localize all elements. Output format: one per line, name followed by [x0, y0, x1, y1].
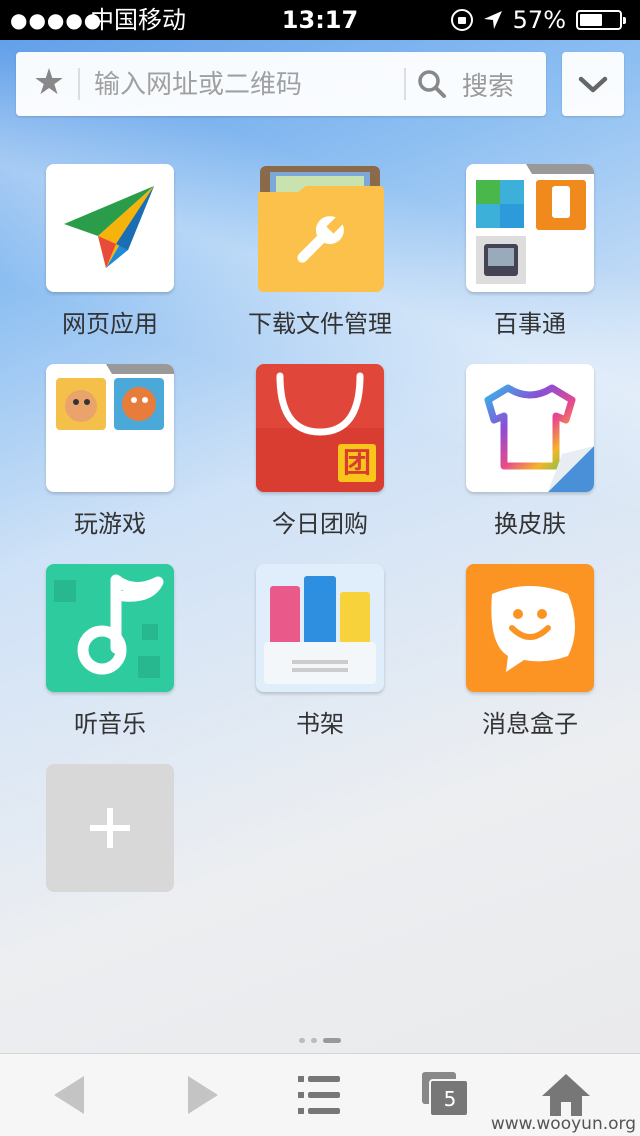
chevron-down-icon: [578, 76, 608, 93]
tile-label: 下载文件管理: [248, 310, 392, 338]
tshirt-icon: [466, 364, 594, 492]
music-note-icon: [46, 564, 174, 692]
home-icon: [542, 1074, 590, 1116]
smiley-bubble-icon: [466, 564, 594, 692]
url-input[interactable]: [92, 64, 396, 106]
page-dot: [299, 1038, 305, 1043]
tile-label: 网页应用: [62, 310, 158, 338]
tile-games[interactable]: 玩游戏: [20, 364, 200, 539]
tile-label: 听音乐: [74, 710, 146, 738]
tabs-count: 5: [443, 1087, 457, 1111]
home-button[interactable]: [536, 1070, 596, 1120]
search-button[interactable]: 搜索: [416, 60, 542, 108]
tile-message-box[interactable]: 消息盒子: [440, 564, 620, 739]
tile-label: 今日团购: [272, 510, 368, 538]
tile-label: 玩游戏: [74, 510, 146, 538]
bookshelf-icon: [256, 564, 384, 692]
paper-plane-icon: [46, 164, 174, 292]
battery-fill: [580, 14, 602, 26]
back-button[interactable]: [40, 1070, 100, 1120]
list-menu-icon: [298, 1076, 340, 1114]
tile-group-buying[interactable]: 团 今日团购: [230, 364, 410, 539]
forward-button[interactable]: [172, 1070, 232, 1120]
menu-button[interactable]: [290, 1070, 350, 1120]
page-dot: [311, 1038, 317, 1043]
back-arrow-icon: [54, 1076, 84, 1114]
tile-music[interactable]: 听音乐: [20, 564, 200, 739]
tile-baishitong[interactable]: 百事通: [440, 164, 620, 339]
forward-arrow-icon: [188, 1076, 218, 1114]
shopping-bag-icon: 团: [256, 364, 384, 492]
battery-icon: [576, 10, 626, 30]
divider: [404, 68, 406, 100]
watermark: www.wooyun.org: [490, 1114, 636, 1134]
tile-label: 百事通: [494, 310, 566, 338]
menu-dropdown-button[interactable]: [562, 52, 624, 116]
status-bar: ●●●●● 中国移动 13:17 57%: [0, 0, 640, 40]
tile-bookshelf[interactable]: 书架: [230, 564, 410, 739]
tile-label: 换皮肤: [494, 510, 566, 538]
search-icon: [418, 70, 446, 98]
address-bar: ★ 搜索: [16, 52, 546, 116]
tile-label: 消息盒子: [482, 710, 578, 738]
battery-percent: 57%: [512, 6, 566, 34]
page-dot-active: [323, 1038, 341, 1043]
add-tile-button[interactable]: [20, 764, 200, 892]
tabs-button[interactable]: 5: [414, 1070, 474, 1120]
location-arrow-icon: [483, 11, 502, 29]
search-label: 搜索: [462, 71, 515, 102]
bookmark-star-icon[interactable]: ★: [30, 64, 68, 102]
games-folder-icon: [46, 364, 174, 492]
divider: [78, 68, 80, 100]
tile-download-manager[interactable]: 下载文件管理: [230, 164, 410, 339]
page-indicator: [0, 1038, 640, 1043]
plus-icon: [46, 764, 174, 892]
tile-change-skin[interactable]: 换皮肤: [440, 364, 620, 539]
tile-web-apps[interactable]: 网页应用: [20, 164, 200, 339]
services-folder-icon: [466, 164, 594, 292]
bottom-toolbar: 5 www.wooyun.org: [0, 1053, 640, 1136]
tile-label: 书架: [296, 710, 344, 738]
folder-wrench-icon: [256, 164, 384, 292]
rotation-lock-icon: [450, 9, 473, 31]
shop-badge: 团: [342, 446, 371, 479]
